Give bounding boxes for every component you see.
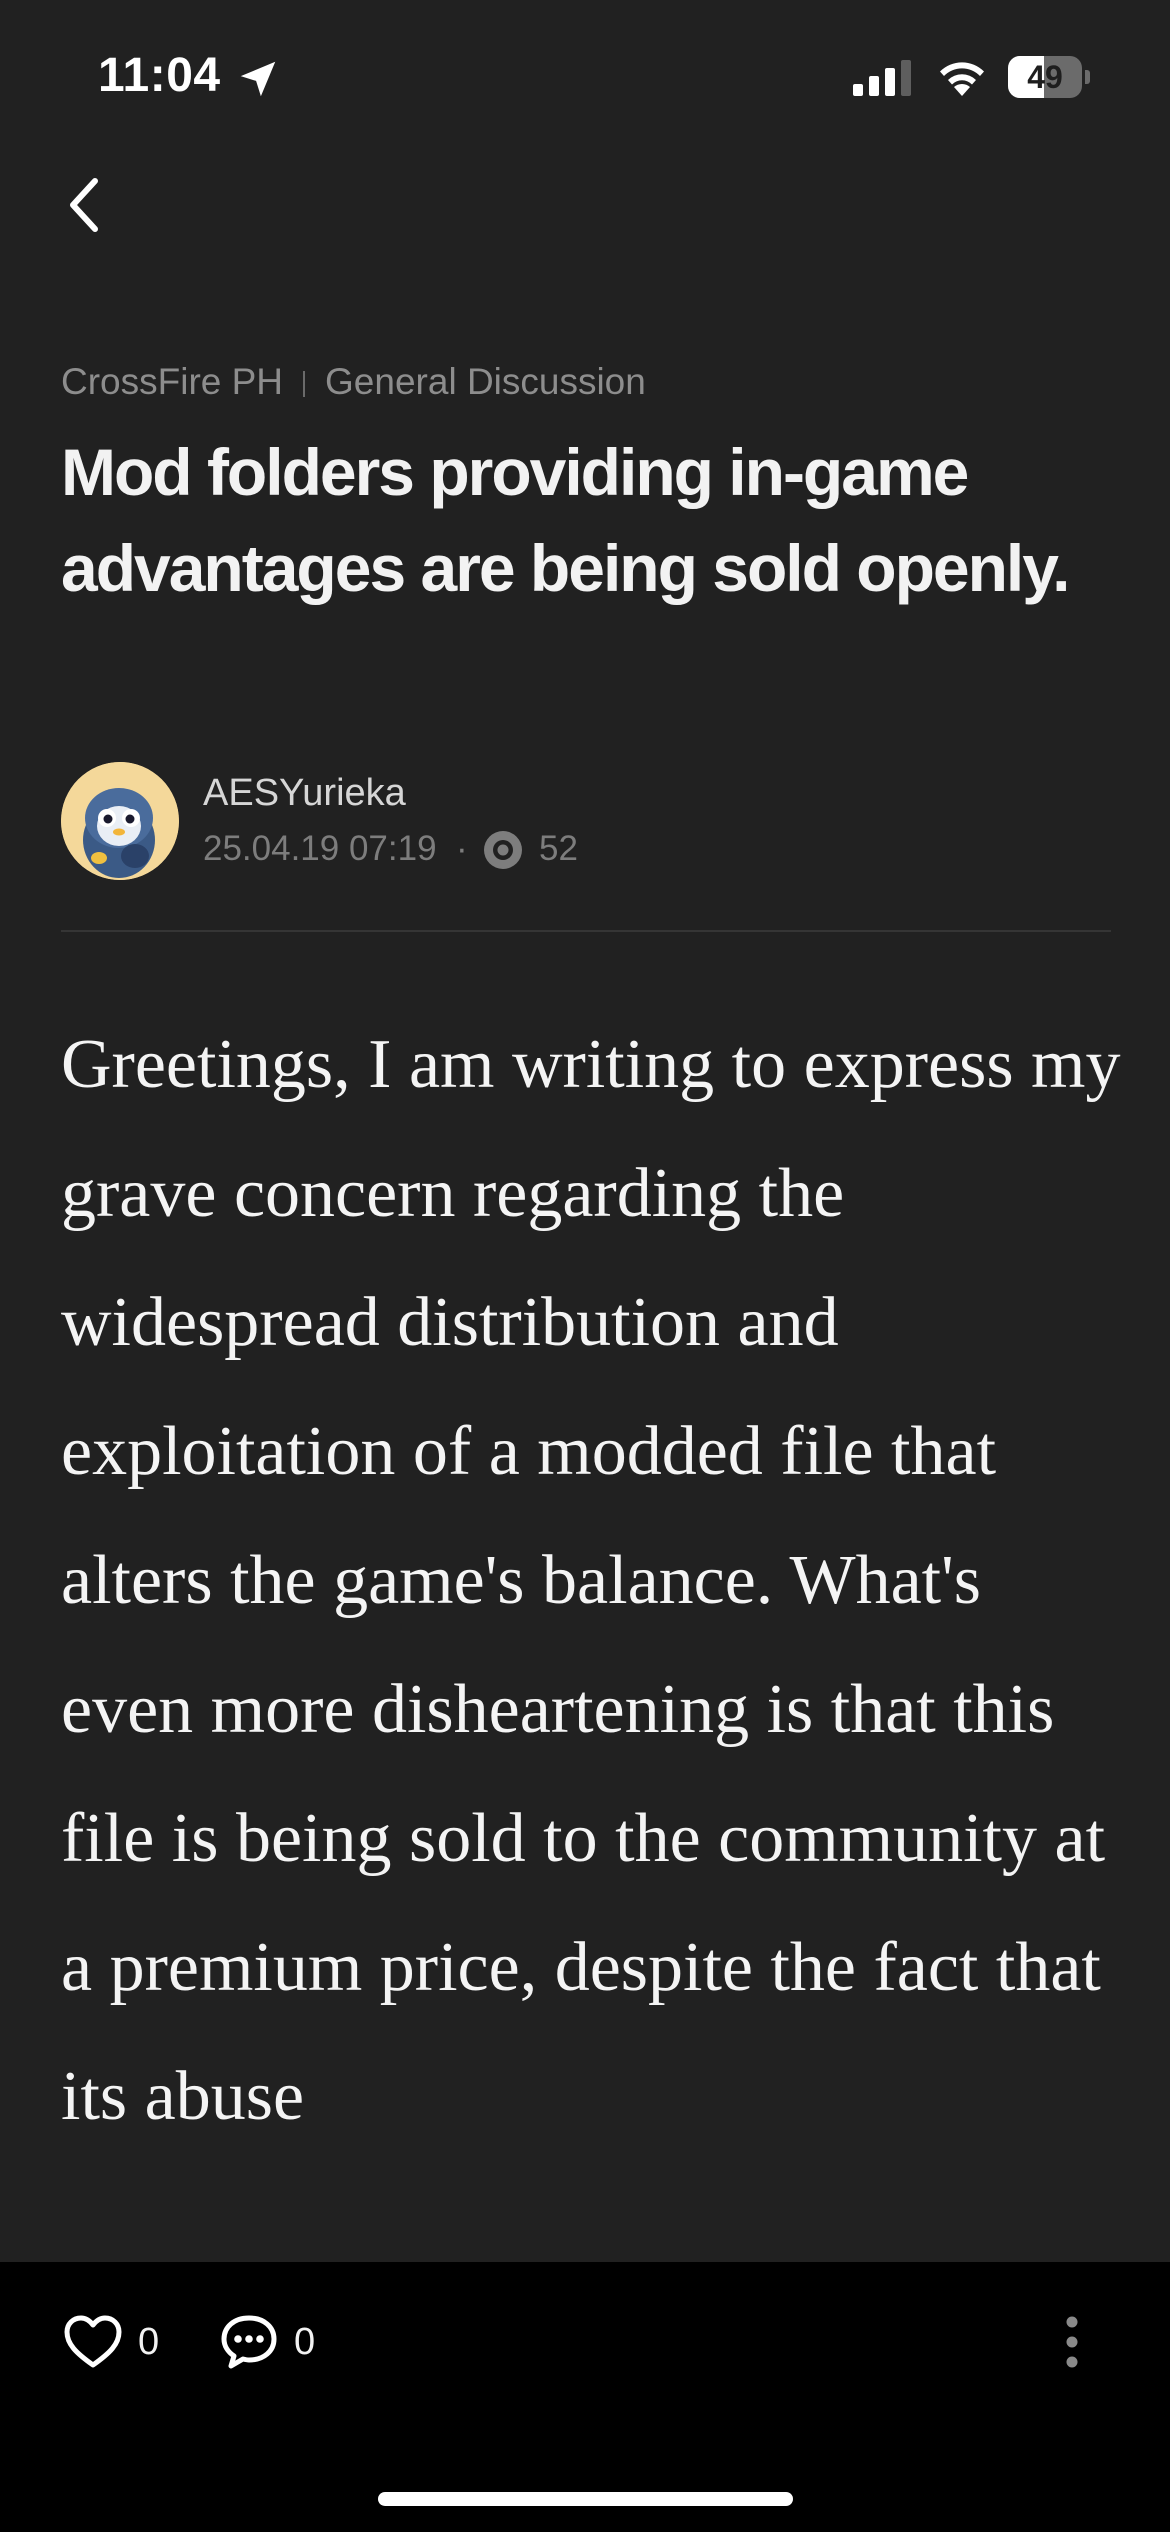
battery-cap — [1085, 70, 1090, 84]
meta-separator: · — [456, 829, 468, 868]
post-title: Mod folders providing in-game advantages… — [61, 435, 1070, 605]
post-body-text: Greetings, I am writing to express my gr… — [61, 1026, 1121, 2135]
comment-bubble-icon — [221, 2315, 277, 2369]
breadcrumb-community[interactable]: CrossFire PH — [61, 361, 283, 402]
breadcrumb: CrossFire PH General Discussion — [61, 356, 646, 408]
view-count: 52 — [539, 829, 578, 868]
author-row: AESYurieka 25.04.19 07:19 · 52 — [61, 762, 1111, 884]
like-button[interactable]: 0 — [62, 2310, 159, 2374]
breadcrumb-board[interactable]: General Discussion — [325, 361, 646, 402]
like-count: 0 — [138, 2320, 160, 2363]
status-time: 11:04 — [98, 49, 221, 102]
comment-button[interactable]: 0 — [218, 2310, 315, 2374]
more-vertical-icon — [1066, 2316, 1078, 2368]
wifi-icon — [940, 62, 984, 96]
chevron-left-icon — [70, 178, 98, 232]
breadcrumb-separator — [303, 371, 306, 397]
status-bar: 11:04 49 — [0, 0, 1170, 150]
back-button[interactable] — [50, 170, 120, 240]
battery-level: 49 — [1027, 59, 1063, 95]
cellular-signal-icon — [853, 60, 911, 96]
eye-icon — [484, 831, 522, 869]
divider — [61, 930, 1111, 932]
comment-count: 0 — [294, 2320, 316, 2363]
avatar[interactable] — [61, 762, 179, 880]
author-name[interactable]: AESYurieka — [203, 768, 406, 818]
post-date: 25.04.19 07:19 — [203, 829, 437, 868]
more-options-button[interactable] — [1050, 2306, 1094, 2378]
heart-icon — [64, 2315, 122, 2368]
battery-body: 49 — [1008, 56, 1082, 98]
battery-icon: 49 — [1008, 56, 1090, 98]
post-body: Greetings, I am writing to express my gr… — [61, 1000, 1121, 2262]
home-indicator[interactable] — [378, 2492, 793, 2506]
location-arrow-icon — [240, 61, 276, 97]
penguin-avatar-icon — [61, 762, 179, 880]
